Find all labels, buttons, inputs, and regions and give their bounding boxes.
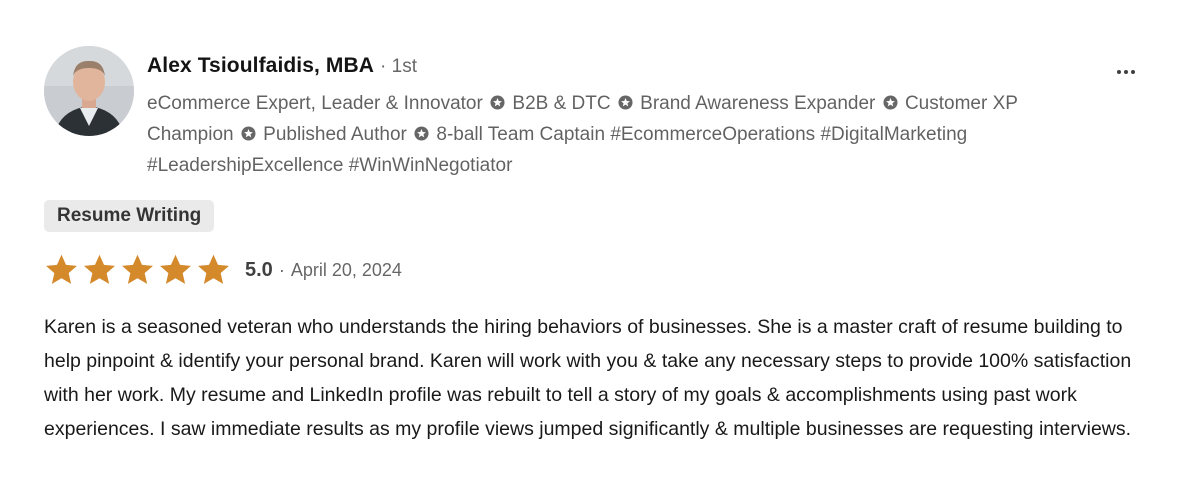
reviewer-headline: eCommerce Expert, Leader & Innovator B2B… bbox=[147, 88, 1087, 181]
profile-photo-icon bbox=[44, 46, 134, 136]
star-icon bbox=[84, 254, 115, 284]
connection-degree: · 1st bbox=[380, 56, 417, 77]
rating-separator: · bbox=[278, 259, 285, 280]
reviewer-name[interactable]: Alex Tsioulfaidis, MBA bbox=[147, 54, 374, 78]
star-rating bbox=[44, 253, 231, 288]
rating-row: 5.0 · April 20, 2024 bbox=[44, 250, 402, 290]
review-text: Karen is a seasoned veteran who understa… bbox=[44, 316, 1132, 440]
star-circle-icon bbox=[414, 126, 429, 141]
ellipsis-icon bbox=[1117, 70, 1121, 74]
headline-part: Brand Awareness Expander bbox=[640, 93, 876, 114]
avatar[interactable] bbox=[44, 46, 134, 136]
headline-part: eCommerce Expert, Leader & Innovator bbox=[147, 93, 483, 114]
rating-value: 5.0 bbox=[245, 258, 273, 281]
star-circle-icon bbox=[490, 95, 505, 110]
star-circle-icon bbox=[618, 95, 633, 110]
star-icon bbox=[46, 254, 77, 284]
reviewer-header: Alex Tsioulfaidis, MBA · 1st eCommerce E… bbox=[147, 54, 1107, 181]
star-icon bbox=[160, 254, 191, 284]
star-icon bbox=[122, 254, 153, 284]
star-icon bbox=[198, 254, 229, 284]
headline-part: B2B & DTC bbox=[512, 93, 611, 114]
headline-part: Published Author bbox=[263, 124, 407, 145]
more-options-button[interactable] bbox=[1108, 58, 1144, 86]
ellipsis-icon bbox=[1124, 70, 1128, 74]
ellipsis-icon bbox=[1131, 70, 1135, 74]
service-tag: Resume Writing bbox=[44, 200, 215, 232]
review-card: Alex Tsioulfaidis, MBA · 1st eCommerce E… bbox=[0, 0, 1200, 498]
star-circle-icon bbox=[883, 95, 898, 110]
review-date: April 20, 2024 bbox=[290, 259, 402, 280]
star-circle-icon bbox=[241, 126, 256, 141]
